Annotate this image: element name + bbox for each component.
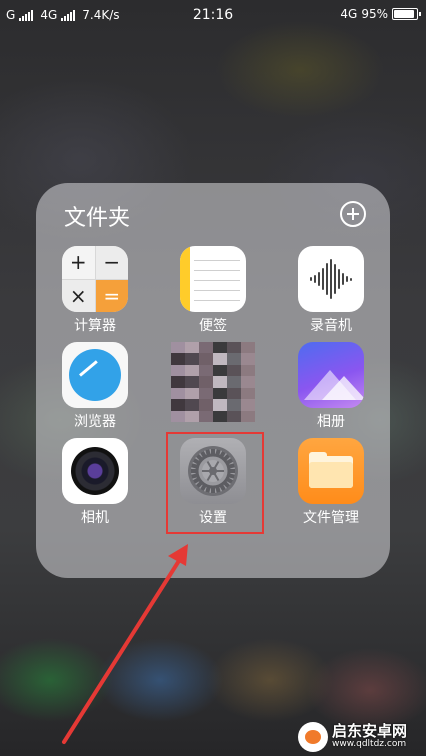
watermark-name: 启东安卓网 bbox=[332, 722, 408, 741]
site-watermark: 启东安卓网 www.qdltdz.com bbox=[298, 718, 426, 756]
watermark-logo-icon bbox=[298, 722, 328, 752]
watermark-url: www.qdltdz.com bbox=[332, 739, 407, 750]
annotation-arrow bbox=[62, 544, 188, 744]
